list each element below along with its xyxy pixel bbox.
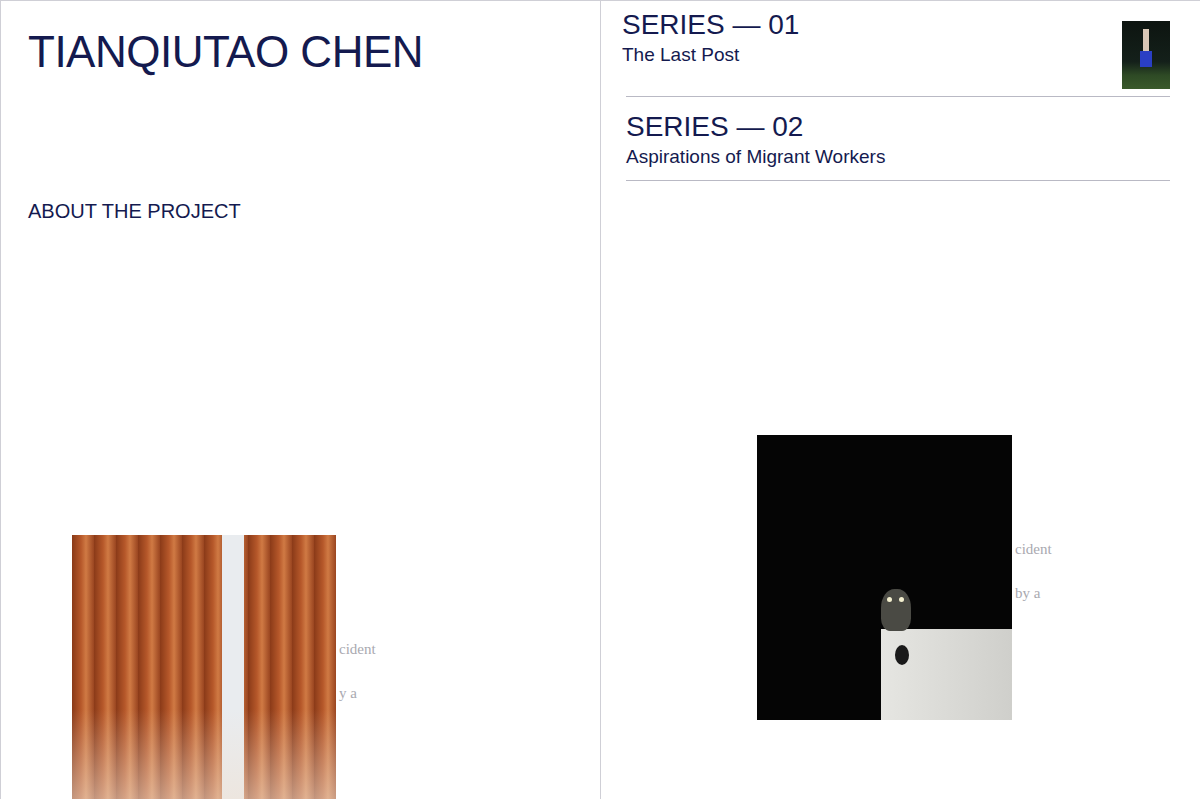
figure-legs bbox=[1143, 29, 1149, 51]
text-fragment: by a bbox=[1015, 584, 1052, 602]
photo-box bbox=[881, 629, 1012, 720]
figure-body bbox=[1140, 51, 1152, 67]
text-fragments: cident by a bbox=[1012, 435, 1052, 602]
text-fragments: cident y a bbox=[336, 535, 376, 702]
series-number: SERIES — 02 bbox=[626, 112, 885, 142]
series-row[interactable]: SERIES — 01The Last Post bbox=[626, 1, 1170, 97]
text-fragment: y a bbox=[339, 684, 376, 702]
photo-hole bbox=[895, 645, 909, 665]
owl-figure bbox=[881, 589, 911, 631]
text-fragment: cident bbox=[1015, 540, 1052, 558]
series-thumbnail[interactable] bbox=[1122, 21, 1170, 89]
series-row[interactable]: SERIES — 02 Aspirations of Migrant Worker… bbox=[626, 97, 1170, 181]
left-panel: TIANQIUTAO CHEN ABOUT THE PROJECT cident y … bbox=[1, 1, 601, 799]
owl-eye bbox=[899, 597, 904, 602]
photo-frame bbox=[72, 535, 336, 799]
series-number: SERIES — 01 bbox=[622, 10, 799, 40]
series-title: The Last Post bbox=[622, 44, 799, 66]
curtain-photo[interactable] bbox=[72, 535, 336, 799]
series-text: SERIES — 01 The Last Post bbox=[622, 1, 799, 66]
series-text: SERIES — 02 Aspirations of Migrant Worker… bbox=[626, 97, 885, 180]
owl-eye bbox=[887, 597, 892, 602]
series-title: Aspirations of Migrant Workers bbox=[626, 146, 885, 168]
owl-photo[interactable] bbox=[757, 435, 1012, 720]
about-link[interactable]: ABOUT THE PROJECT bbox=[28, 200, 600, 222]
right-panel: SERIES — 01 The Last Post SERIES — 02 Aspir… bbox=[601, 1, 1200, 799]
text-fragment: cident bbox=[339, 640, 376, 658]
artist-name[interactable]: TIANQIUTAO CHEN bbox=[28, 30, 600, 74]
preview: cident by a bbox=[757, 435, 1200, 720]
preview: cident y a bbox=[72, 535, 600, 799]
series-list: SERIES — 01The Last Post SERIES — 02 Aspir… bbox=[626, 1, 1170, 181]
